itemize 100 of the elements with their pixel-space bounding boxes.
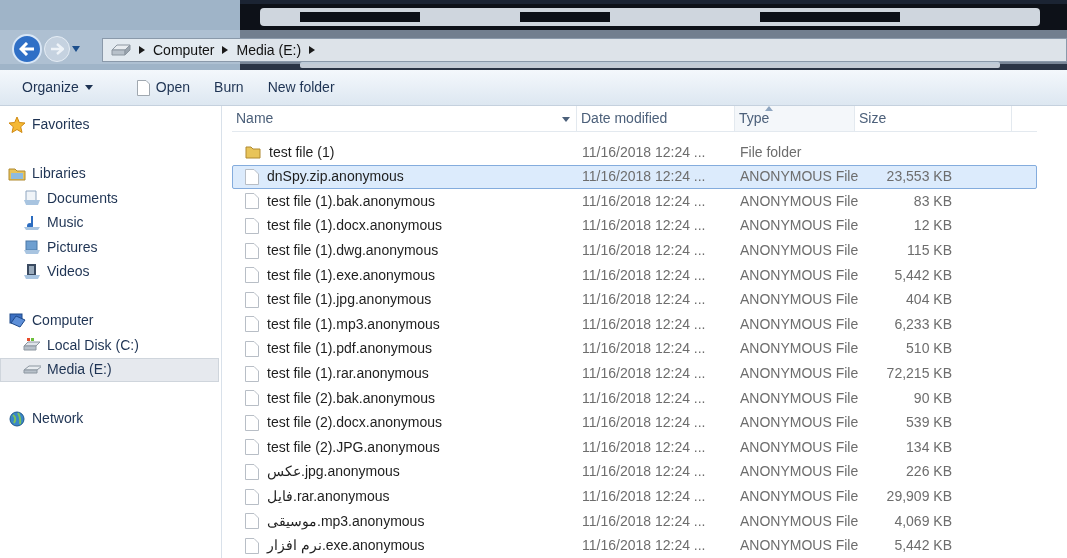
file-icon — [245, 242, 259, 259]
file-icon — [245, 390, 259, 407]
sidebar-group[interactable]: Libraries — [32, 163, 86, 184]
address-bar[interactable]: Computer Media (E:) — [102, 38, 1067, 62]
size-text: 510 KB — [906, 340, 952, 357]
file-name: فایل.rar.anonymous — [267, 487, 390, 506]
date-text: 11/16/2018 12:24 ... — [582, 340, 706, 357]
type-text: ANONYMOUS File — [740, 242, 859, 259]
size-text: 83 KB — [913, 192, 952, 209]
size-text: 5,442 KB — [894, 266, 952, 283]
type-text: ANONYMOUS File — [740, 365, 859, 382]
file-row[interactable]: dnSpy.zip.anonymous 11/16/2018 12:24 ... ANONYMOUS File 23,553 KB — [232, 164, 1037, 190]
file-row[interactable]: test file (1) 11/16/2018 12:24 ... File folder — [232, 139, 1037, 165]
sidebar-item[interactable]: Local Disk (C:) — [0, 333, 219, 358]
organize-menu-button[interactable]: Organize — [14, 74, 101, 101]
file-row[interactable]: test file (1).jpg.anonymous 11/16/2018 12:24 ... ANONYMOUS File 404 KB — [232, 287, 1037, 313]
sidebar-item[interactable]: Videos — [0, 259, 219, 284]
breadcrumb-arrow-icon[interactable] — [222, 46, 229, 54]
file-name: test file (2).JPG.anonymous — [267, 437, 440, 457]
sidebar-item[interactable]: Documents — [0, 186, 219, 211]
file-row[interactable]: test file (1).mp3.anonymous 11/16/2018 12:24 ... ANONYMOUS File 6,233 KB — [232, 312, 1037, 337]
sidebar-item[interactable]: Media (E:) — [0, 357, 219, 382]
file-icon — [245, 340, 259, 357]
caret-icon[interactable] — [562, 117, 570, 122]
file-row[interactable]: test file (1).docx.anonymous 11/16/2018 12:24 ... ANONYMOUS File 12 KB — [232, 213, 1037, 239]
date-text: 11/16/2018 12:24 ... — [582, 192, 706, 209]
file-name: test file (1).rar.anonymous — [267, 364, 429, 384]
size-text: 90 KB — [913, 389, 952, 406]
file-name: test file (1) — [269, 142, 335, 162]
date-text: 11/16/2018 12:24 ... — [582, 512, 706, 529]
column-header[interactable]: Name — [232, 106, 577, 131]
file-row[interactable]: test file (1).dwg.anonymous 11/16/2018 12:24 ... ANONYMOUS File 115 KB — [232, 238, 1037, 263]
file-name: test file (1).pdf.anonymous — [267, 339, 432, 359]
size-text: 115 KB — [907, 242, 952, 259]
file-icon — [245, 291, 259, 308]
file-name: dnSpy.zip.anonymous — [267, 167, 404, 187]
type-text: ANONYMOUS File — [740, 266, 859, 283]
document-icon — [136, 79, 150, 96]
sidebar-group[interactable]: Computer — [32, 310, 94, 331]
file-row[interactable]: test file (1).pdf.anonymous 11/16/2018 12:24 ... ANONYMOUS File 510 KB — [232, 336, 1037, 362]
type-text: ANONYMOUS File — [740, 389, 859, 406]
document-icon — [23, 189, 41, 208]
file-icon — [245, 316, 259, 333]
breadcrumb-item[interactable]: Computer — [153, 39, 215, 61]
back-arrow-icon — [19, 42, 35, 56]
size-text: 6,233 KB — [894, 315, 952, 332]
date-text: 11/16/2018 12:24 ... — [582, 168, 706, 185]
toolbar-button[interactable]: New folder — [259, 74, 343, 101]
file-name: test file (1).jpg.anonymous — [267, 290, 432, 310]
breadcrumb-item[interactable]: Media (E:) — [236, 39, 302, 61]
file-row[interactable]: test file (2).bak.anonymous 11/16/2018 12:24 ... ANONYMOUS File 90 KB — [232, 385, 1037, 411]
date-text: 11/16/2018 12:24 ... — [582, 266, 706, 283]
toolbar-button[interactable]: Burn — [206, 74, 252, 101]
size-text: 5,442 KB — [894, 537, 952, 554]
toolbar-button[interactable]: Open — [128, 74, 199, 101]
size-text: 4,069 KB — [894, 512, 952, 529]
column-header[interactable]: Type — [735, 106, 855, 131]
date-text: 11/16/2018 12:24 ... — [582, 242, 706, 259]
type-text: ANONYMOUS File — [740, 414, 859, 431]
sidebar-group[interactable]: Network — [32, 408, 84, 429]
file-icon — [245, 267, 259, 284]
size-text: 12 KB — [913, 217, 952, 234]
date-text: 11/16/2018 12:24 ... — [582, 365, 706, 382]
picture-icon — [23, 238, 41, 257]
file-name: عکس.jpg.anonymous — [267, 462, 400, 482]
file-row[interactable]: test file (1).exe.anonymous 11/16/2018 12:24 ... ANONYMOUS File 5,442 KB — [232, 262, 1037, 288]
type-text: File folder — [740, 143, 802, 160]
file-name: نرم افزار.exe.anonymous — [267, 536, 425, 556]
file-row[interactable]: test file (2).docx.anonymous 11/16/2018 12:24 ... ANONYMOUS File 539 KB — [232, 410, 1037, 436]
forward-arrow-icon — [50, 43, 64, 55]
file-name: test file (1).docx.anonymous — [267, 216, 443, 236]
folder-icon — [245, 145, 261, 160]
date-text: 11/16/2018 12:24 ... — [582, 217, 706, 234]
date-text: 11/16/2018 12:24 ... — [582, 291, 706, 308]
file-icon — [245, 218, 259, 234]
column-header[interactable]: Size — [855, 106, 1012, 131]
date-text: 11/16/2018 12:24 ... — [582, 537, 706, 554]
type-text: ANONYMOUS File — [740, 315, 859, 332]
star-icon — [8, 115, 26, 134]
file-row[interactable]: test file (1).bak.anonymous 11/16/2018 12:24 ... ANONYMOUS File 83 KB — [232, 189, 1037, 214]
file-icon — [245, 439, 259, 456]
file-row[interactable]: test file (1).rar.anonymous 11/16/2018 12:24 ... ANONYMOUS File 72,215 KB — [232, 361, 1037, 386]
file-icon — [245, 414, 259, 431]
sidebar-item[interactable]: Pictures — [0, 235, 219, 260]
sidebar-group[interactable]: Favorites — [32, 114, 90, 135]
file-icon — [245, 537, 259, 554]
type-text: ANONYMOUS File — [740, 217, 859, 234]
history-caret-icon[interactable] — [72, 46, 80, 52]
file-name: test file (1).bak.anonymous — [267, 191, 436, 211]
size-text: 226 KB — [906, 463, 952, 480]
file-name: موسیقی.mp3.anonymous — [267, 511, 425, 532]
size-text: 23,553 KB — [886, 168, 952, 185]
sidebar-item[interactable]: Music — [0, 210, 219, 235]
type-text: ANONYMOUS File — [740, 291, 859, 308]
file-icon — [245, 193, 259, 210]
file-row[interactable]: test file (2).JPG.anonymous 11/16/2018 12:24 ... ANONYMOUS File 134 KB — [232, 435, 1037, 460]
type-text: ANONYMOUS File — [740, 438, 859, 455]
breadcrumb-arrow-icon[interactable] — [309, 46, 316, 54]
breadcrumb-arrow-icon[interactable] — [139, 46, 145, 54]
file-name: test file (1).mp3.anonymous — [267, 314, 440, 334]
